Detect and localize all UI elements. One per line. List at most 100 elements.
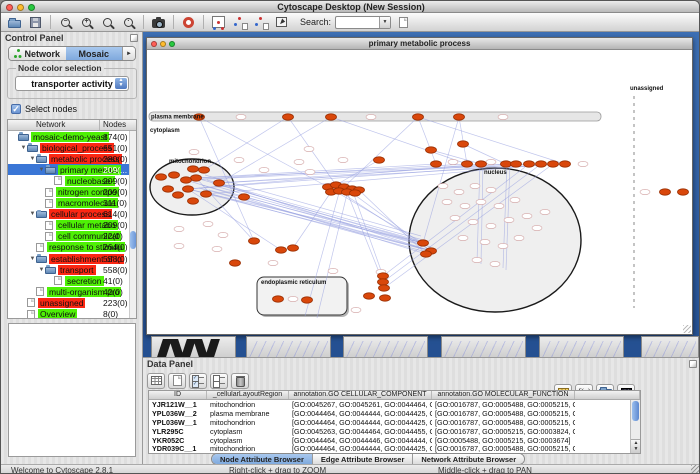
birdseye-view[interactable] bbox=[8, 323, 136, 457]
file-icon bbox=[36, 287, 44, 296]
node-color-dropdown[interactable]: transporter activity ▲▼ bbox=[15, 76, 129, 91]
open-icon[interactable] bbox=[6, 14, 23, 30]
tree-row[interactable]: mosaic-demo-yeast874(0) bbox=[8, 131, 136, 142]
zoom-in-icon[interactable]: + bbox=[78, 14, 95, 30]
tree-row[interactable]: cell communicat22(0) bbox=[8, 231, 136, 242]
search-dropdown-icon[interactable]: ▼ bbox=[379, 17, 390, 28]
tree-row[interactable]: secretion41(0) bbox=[8, 275, 136, 286]
table-column-header[interactable]: ID bbox=[149, 391, 207, 399]
network-canvas[interactable]: plasma membranecytoplasmmitochondrionnuc… bbox=[147, 50, 692, 334]
background-window-fragment[interactable] bbox=[246, 336, 331, 357]
tree-row[interactable]: multi-organism pro42(0) bbox=[8, 286, 136, 297]
tree-row[interactable]: nitrogen compo209(0) bbox=[8, 186, 136, 197]
save-icon[interactable] bbox=[27, 14, 44, 30]
tree-row[interactable]: Overview8(0) bbox=[8, 309, 136, 320]
background-window-fragment[interactable] bbox=[539, 336, 624, 357]
tree-row[interactable]: cellular metabo209(0) bbox=[8, 220, 136, 231]
tab-mosaic[interactable]: Mosaic bbox=[66, 47, 123, 60]
tree-column-nodes[interactable]: Nodes bbox=[100, 120, 136, 130]
tree-row[interactable]: nucleobase-209(0) bbox=[8, 175, 136, 186]
table-row[interactable]: YJR121W__1mitochondrion[GO:0045267, GO:0… bbox=[149, 400, 640, 409]
tab-network-attribute-browser[interactable]: Network Attribute Browser bbox=[413, 454, 524, 464]
control-panel-title: Control Panel bbox=[5, 33, 64, 43]
tree-row[interactable]: unassigned223(0) bbox=[8, 297, 136, 308]
tab-network[interactable]: Network bbox=[9, 47, 66, 60]
network-frame-icon[interactable] bbox=[210, 14, 227, 30]
tree-scrollbar-thumb[interactable] bbox=[130, 231, 136, 249]
tree-expand-icon[interactable]: ▼ bbox=[29, 256, 36, 262]
table-row[interactable]: YKR052Ccytoplasm[GO:0044464, GO:0044446,… bbox=[149, 436, 640, 445]
table-column-header[interactable]: annotation.GO CELLULAR_COMPONENT bbox=[289, 391, 432, 399]
network-view-window[interactable]: primary metabolic process plasma membran… bbox=[146, 37, 693, 335]
table-row[interactable]: YDR039C__1mitochondrion[GO:0044464, GO:0… bbox=[149, 444, 640, 453]
tree-expand-icon[interactable]: ▼ bbox=[29, 211, 36, 217]
tree-row[interactable]: response to stimulu264(0) bbox=[8, 242, 136, 253]
tree-row[interactable]: ▼cellular process614(0) bbox=[8, 209, 136, 220]
tab-overflow-icon[interactable]: ► bbox=[122, 47, 135, 60]
attribute-table[interactable]: ID_cellularLayoutRegionannotation.GO CEL… bbox=[148, 390, 641, 454]
data-panel-header: Data Panel bbox=[143, 358, 700, 371]
tab-edge-attribute-browser[interactable]: Edge Attribute Browser bbox=[313, 454, 413, 464]
tree-expand-icon[interactable]: ▼ bbox=[38, 267, 45, 273]
table-cell: cytoplasm bbox=[207, 436, 289, 445]
tree-row[interactable]: ▼transport558(0) bbox=[8, 264, 136, 275]
attribute-select-icon[interactable] bbox=[147, 373, 165, 389]
table-scrollbar-arrows[interactable]: ▲▼ bbox=[631, 439, 641, 453]
snapshot-icon[interactable] bbox=[150, 14, 167, 30]
network-resize-grip[interactable] bbox=[683, 325, 691, 333]
folder-icon bbox=[36, 156, 47, 163]
tree-row[interactable]: macromolecule311(0) bbox=[8, 198, 136, 209]
select-nodes-checkbox[interactable]: ✓ bbox=[11, 104, 21, 114]
table-column-header[interactable]: annotation.GO MOLECULAR_FUNCTION bbox=[432, 391, 575, 399]
table-column-header[interactable]: _cellularLayoutRegion bbox=[207, 391, 289, 399]
first-neighbors-icon[interactable] bbox=[231, 14, 248, 30]
help-icon[interactable] bbox=[180, 14, 197, 30]
new-attribute-icon[interactable] bbox=[168, 373, 186, 389]
table-scrollbar[interactable]: ▲▼ bbox=[630, 400, 640, 453]
status-bar: Welcome to Cytoscape 2.8.1Right-click + … bbox=[1, 464, 700, 474]
file-icon bbox=[45, 232, 53, 241]
window-titlebar[interactable]: Cytoscape Desktop (New Session) bbox=[1, 1, 700, 13]
search-input[interactable]: ▼ bbox=[335, 16, 391, 29]
copy-network-icon[interactable] bbox=[252, 14, 269, 30]
float-panel-icon[interactable] bbox=[130, 34, 138, 42]
annotation-icon[interactable] bbox=[273, 14, 290, 30]
tree-expand-icon[interactable]: ▼ bbox=[29, 156, 36, 162]
zoom-out-icon[interactable]: − bbox=[57, 14, 74, 30]
table-row[interactable]: YPL036W__1mitochondrion[GO:0044464, GO:0… bbox=[149, 418, 640, 427]
tree-scrollbar[interactable] bbox=[129, 131, 136, 318]
status-message: Welcome to Cytoscape 2.8.1 bbox=[11, 466, 113, 474]
tree-row[interactable]: ▼primary metabo209(... bbox=[8, 164, 136, 175]
tree-row-label: Overview bbox=[38, 309, 77, 319]
tree-expand-icon[interactable]: ▼ bbox=[20, 145, 27, 151]
tree-row[interactable]: ▼establishment of lo558(0) bbox=[8, 253, 136, 264]
zoom-fit-icon[interactable]: · bbox=[120, 14, 137, 30]
table-scrollbar-thumb[interactable] bbox=[632, 401, 639, 421]
background-window-fragment[interactable] bbox=[151, 336, 236, 357]
tree-row[interactable]: ▼metabolic process280(0) bbox=[8, 153, 136, 164]
network-window-titlebar[interactable]: primary metabolic process bbox=[147, 38, 692, 50]
data-panel-toolbar: f(x) bbox=[147, 371, 697, 390]
select-attributes-icon[interactable] bbox=[189, 373, 207, 389]
unselect-attributes-icon[interactable] bbox=[210, 373, 228, 389]
table-cell: [GO:0044464, GO:0044446, GO:0044444, G..… bbox=[289, 436, 432, 445]
tree-row-label: transport bbox=[58, 265, 96, 275]
background-window-fragment[interactable] bbox=[343, 336, 428, 357]
window-resize-grip[interactable] bbox=[691, 465, 700, 474]
background-window-fragment[interactable] bbox=[441, 336, 526, 357]
tab-node-attribute-browser[interactable]: Node Attribute Browser bbox=[212, 454, 313, 464]
tree-row[interactable]: ▼biological_process651(0) bbox=[8, 142, 136, 153]
delete-attribute-icon[interactable] bbox=[231, 373, 249, 389]
zoom-selected-icon[interactable] bbox=[99, 14, 116, 30]
background-window-fragment[interactable] bbox=[641, 336, 699, 357]
float-panel-icon[interactable] bbox=[689, 360, 697, 368]
tree-column-network[interactable]: Network bbox=[8, 120, 100, 130]
network-tree-header[interactable]: Network Nodes bbox=[8, 120, 136, 131]
tree-expand-icon[interactable]: ▼ bbox=[38, 167, 45, 173]
data-panel: Data Panel f(x) ID_cellularLayoutRegiona… bbox=[143, 357, 700, 464]
attribute-table-header[interactable]: ID_cellularLayoutRegionannotation.GO CEL… bbox=[149, 391, 640, 400]
table-row[interactable]: YPL036W__2plasma membrane[GO:0044464, GO… bbox=[149, 409, 640, 418]
table-cell: [GO:0005488, GO:0005215, GO:0003674] bbox=[432, 436, 575, 445]
table-row[interactable]: YLR295Ccytoplasm[GO:0045263, GO:0044464,… bbox=[149, 427, 640, 436]
search-config-icon[interactable] bbox=[395, 14, 412, 30]
